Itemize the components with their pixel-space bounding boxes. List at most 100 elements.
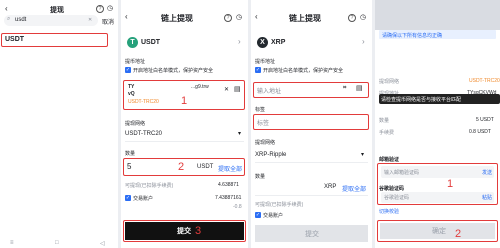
amount-value: 5 USDT <box>476 117 494 123</box>
available-label: 可提现(已扣除手续费) <box>125 183 174 189</box>
close-icon[interactable]: ✕ <box>224 86 229 93</box>
confirm-withdraw-sheet: 请确保以下所有信息均正确 提现网络 USDT-TRC20 提现地址 TYsgCK… <box>375 0 500 248</box>
email-section-title: 邮箱验证 <box>379 157 400 163</box>
amount-label: 数量 <box>125 151 136 157</box>
withdraw-all-button[interactable]: 提取全部 <box>342 184 366 193</box>
address-line-1: TY <box>128 84 135 90</box>
check-icon[interactable]: ✓ <box>125 67 131 73</box>
result-item-usdt[interactable]: USDT <box>5 36 24 43</box>
divider <box>255 195 368 196</box>
address-line-1-tail: ...g9.trw <box>191 84 209 90</box>
account-label: 交易账户 <box>263 213 284 219</box>
cancel-button[interactable]: 取消 <box>102 17 114 26</box>
switch-verification-link[interactable]: 切换校验 <box>379 208 399 215</box>
network-select[interactable]: USDT-TRC20 <box>125 131 162 137</box>
fee-value: 0.8 USDT <box>469 129 491 135</box>
withdraw-usdt-screen: ‹ 链上提现 ? ◷ T USDT › 提币地址 ✓ 开启地址白名单模式，保护资… <box>121 0 248 248</box>
help-icon[interactable]: ? <box>96 5 104 13</box>
confirm-label: 确定 <box>432 228 446 235</box>
address-network-tag: USDT-TRC20 <box>128 99 159 105</box>
sub-value: -0.8 <box>233 204 242 210</box>
google-code-input[interactable]: 谷歌验证码 粘贴 <box>381 192 494 203</box>
network-select[interactable]: XRP-Ripple <box>255 152 286 158</box>
tooltip-text: 请检查提币网络是否与接收平台匹配 <box>381 97 462 103</box>
address-input[interactable]: 输入地址 <box>257 86 281 95</box>
confirm-button[interactable]: 确定 <box>380 223 495 239</box>
address-label: 提币地址 <box>125 59 146 65</box>
annotation-number: 1 <box>181 95 188 107</box>
amount-unit: USDT <box>197 164 214 170</box>
nav-home-icon: □ <box>55 240 59 246</box>
caret-down-icon[interactable]: ▾ <box>361 151 364 158</box>
network-warning-tooltip: 请检查提币网络是否与接收平台匹配 <box>379 94 500 104</box>
nav-bar: ≡ □ ◁ <box>0 240 118 248</box>
submit-label: 提交 <box>305 231 319 238</box>
fee-label: 手续费 <box>379 130 395 136</box>
amount-input[interactable]: 5 <box>127 162 131 171</box>
check-icon[interactable]: ✓ <box>125 195 131 201</box>
scan-icon[interactable]: ⌗ <box>343 85 346 92</box>
clock-icon[interactable]: ◷ <box>360 13 366 21</box>
email-code-input[interactable]: 输入邮箱验证码 发送 <box>381 166 494 178</box>
tag-label: 标签 <box>255 107 266 113</box>
coin-name[interactable]: XRP <box>271 39 285 46</box>
nav-back-icon: ◁ <box>100 241 105 247</box>
search-value: usdt <box>15 17 27 23</box>
address-book-icon[interactable]: ▤ <box>234 85 241 93</box>
annotation-number: 3 <box>195 225 202 237</box>
highlight-box <box>123 220 246 242</box>
dimmed-backdrop <box>375 0 500 30</box>
divider <box>125 141 244 142</box>
address-label: 提币地址 <box>255 59 276 65</box>
paste-button[interactable]: 粘贴 <box>482 194 492 201</box>
address-book-icon[interactable]: ▤ <box>356 84 363 92</box>
highlight-box <box>253 114 369 130</box>
search-input[interactable]: ⌕ usdt ✕ <box>4 15 98 26</box>
available-value: 4.638871 <box>218 182 239 188</box>
search-screen: ‹ 提现 ? ◷ ⌕ usdt ✕ 取消 USDT ≡ □ ◁ <box>0 0 118 248</box>
back-button[interactable]: ‹ <box>125 12 128 21</box>
amount-label: 数量 <box>255 174 266 180</box>
whitelist-toggle[interactable]: 开启地址白名单模式，保护资产安全 <box>133 67 213 74</box>
info-banner: 请确保以下所有信息均正确 <box>379 30 496 39</box>
annotation-number: 2 <box>178 161 185 173</box>
network-label: 提现网络 <box>379 79 400 85</box>
chevron-right-icon[interactable]: › <box>238 37 241 46</box>
clear-icon[interactable]: ✕ <box>88 17 92 23</box>
page-title: 提现 <box>50 7 64 14</box>
send-code-button[interactable]: 发送 <box>482 169 492 176</box>
account-label: 交易账户 <box>133 196 154 202</box>
back-button[interactable]: ‹ <box>5 4 8 13</box>
xrp-coin-icon: X <box>257 37 268 48</box>
network-label: 提现网络 <box>125 121 146 127</box>
annotation-number: 1 <box>447 178 454 190</box>
whitelist-toggle[interactable]: 开启地址白名单模式，保护资产安全 <box>263 67 343 74</box>
help-icon[interactable]: ? <box>224 14 232 22</box>
screenshot-collage: ‹ 提现 ? ◷ ⌕ usdt ✕ 取消 USDT ≡ □ ◁ ‹ 链上提现 ?… <box>0 0 500 248</box>
email-placeholder: 输入邮箱验证码 <box>384 170 420 176</box>
clock-icon[interactable]: ◷ <box>236 13 242 21</box>
withdraw-all-button[interactable]: 提取全部 <box>218 164 242 173</box>
header: ‹ 链上提现 ? ◷ <box>251 0 372 23</box>
back-button[interactable]: ‹ <box>255 12 258 21</box>
amount-label: 数量 <box>379 118 390 124</box>
submit-button[interactable]: 提交 <box>255 225 368 242</box>
caret-down-icon[interactable]: ▾ <box>238 130 241 137</box>
page-title: 链上提现 <box>289 14 321 23</box>
clock-icon[interactable]: ◷ <box>107 4 113 12</box>
check-icon[interactable]: ✓ <box>255 67 261 73</box>
network-label: 提现网络 <box>255 140 276 146</box>
address-line-2: vQ <box>128 91 135 97</box>
chevron-right-icon[interactable]: › <box>362 37 365 46</box>
tag-input[interactable]: 标签 <box>257 118 269 127</box>
amount-unit: XRP <box>324 184 337 190</box>
check-icon[interactable]: ✓ <box>255 212 261 218</box>
annotation-number: 2 <box>455 228 462 240</box>
coin-name[interactable]: USDT <box>141 39 160 46</box>
banner-text: 请确保以下所有信息均正确 <box>382 33 443 39</box>
network-value: USDT-TRC20 <box>469 78 500 84</box>
usdt-coin-icon: T <box>127 37 138 48</box>
nav-menu-icon: ≡ <box>10 240 14 246</box>
help-icon[interactable]: ? <box>348 14 356 22</box>
page-title: 链上提现 <box>161 14 193 23</box>
